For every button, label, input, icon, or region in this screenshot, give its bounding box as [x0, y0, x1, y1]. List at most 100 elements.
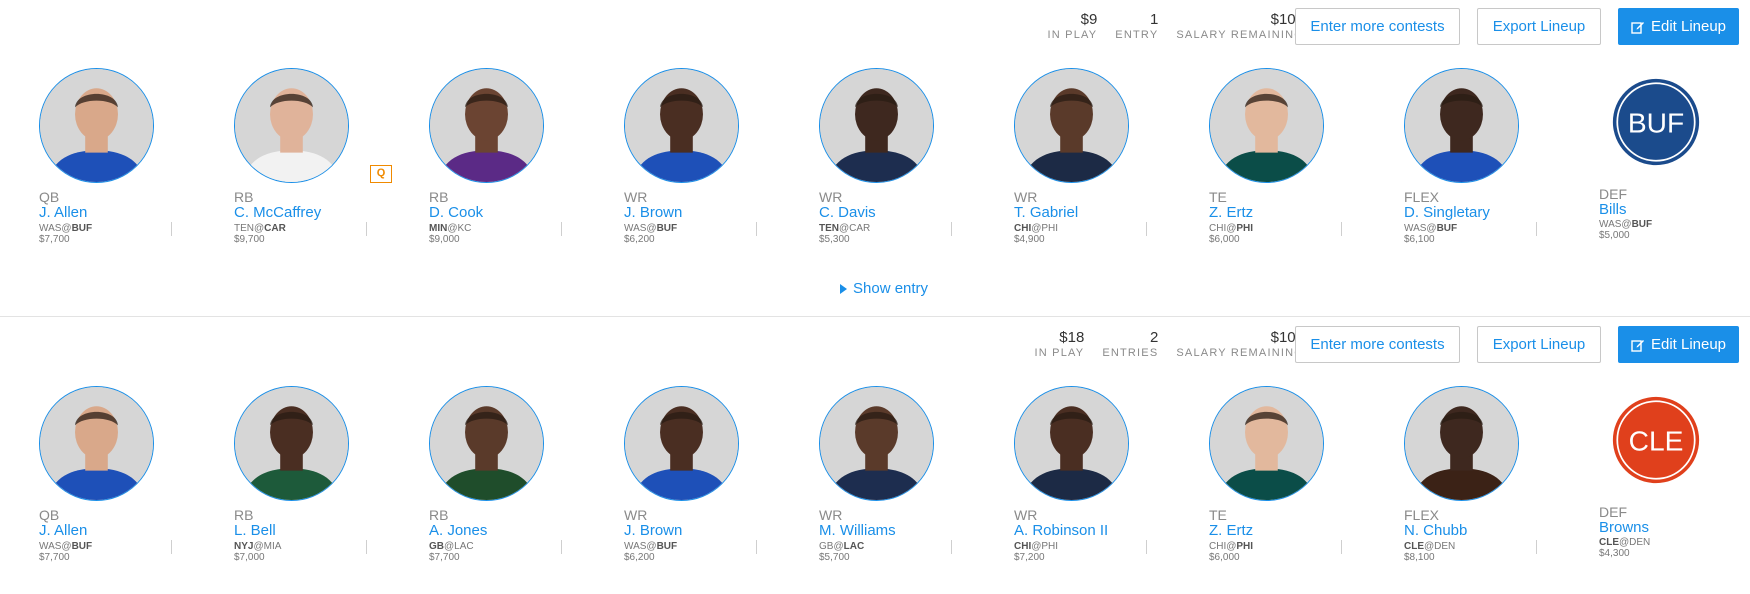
player-avatar[interactable] — [429, 68, 544, 183]
export-lineup-button[interactable]: Export Lineup — [1477, 8, 1601, 45]
player-avatar[interactable] — [819, 68, 934, 183]
player-card[interactable]: WR J. Brown WAS@BUF $6,200 — [585, 386, 780, 566]
edit-lineup-button[interactable]: Edit Lineup — [1618, 326, 1739, 363]
home-team: MIA — [263, 541, 282, 552]
player-name-link[interactable]: J. Brown — [624, 205, 682, 221]
edit-lineup-button[interactable]: Edit Lineup — [1618, 8, 1739, 45]
player-card[interactable]: WR J. Brown WAS@BUF $6,200 — [585, 68, 780, 248]
player-matchup: GB@LAC — [429, 541, 474, 552]
player-name-link[interactable]: Z. Ertz — [1209, 205, 1253, 221]
player-avatar[interactable] — [624, 68, 739, 183]
player-name-link[interactable]: J. Allen — [39, 205, 87, 221]
player-avatar[interactable] — [1014, 68, 1129, 183]
player-matchup: CHI@PHI — [1014, 223, 1058, 234]
player-name-link[interactable]: J. Brown — [624, 523, 682, 539]
home-team: CAR — [849, 223, 871, 234]
player-avatar[interactable] — [624, 386, 739, 501]
player-avatar[interactable] — [39, 386, 154, 501]
player-card[interactable]: QB J. Allen WAS@BUF $7,700 — [0, 386, 195, 566]
enter-more-contests-button[interactable]: Enter more contests — [1295, 8, 1460, 45]
player-matchup: CHI@PHI — [1014, 541, 1058, 552]
player-name-link[interactable]: A. Jones — [429, 523, 487, 539]
defense-card[interactable]: BUF DEF Bills WAS@BUF $5,000 — [1560, 68, 1750, 248]
player-name-link[interactable]: J. Allen — [39, 523, 87, 539]
player-name-link[interactable]: M. Williams — [819, 523, 896, 539]
player-name-link[interactable]: N. Chubb — [1404, 523, 1467, 539]
player-matchup: MIN@KC — [429, 223, 471, 234]
column-divider — [171, 222, 172, 236]
player-card[interactable]: WR M. Williams GB@LAC $5,700 — [780, 386, 975, 566]
player-name-link[interactable]: L. Bell — [234, 523, 276, 539]
player-card[interactable]: TE Z. Ertz CHI@PHI $6,000 — [1170, 386, 1365, 566]
at-symbol: @ — [1619, 537, 1630, 548]
away-team: CHI — [1209, 223, 1227, 234]
player-salary: $7,700 — [39, 234, 70, 245]
player-salary: $6,000 — [1209, 234, 1240, 245]
stat-label: IN PLAY — [1047, 29, 1098, 41]
player-card[interactable]: FLEX N. Chubb CLE@DEN $8,100 — [1365, 386, 1560, 566]
player-name-link[interactable]: D. Cook — [429, 205, 483, 221]
player-headshot — [1405, 69, 1518, 182]
away-team: CHI — [1209, 541, 1227, 552]
away-team: GB — [819, 541, 834, 552]
edit-icon — [1631, 21, 1644, 34]
player-headshot — [235, 387, 348, 500]
player-card[interactable]: WR A. Robinson II CHI@PHI $7,200 — [975, 386, 1170, 566]
at-symbol: @ — [646, 541, 657, 552]
player-card[interactable]: TE Z. Ertz CHI@PHI $6,000 — [1170, 68, 1365, 248]
player-headshot — [1405, 387, 1518, 500]
home-team: DEN — [1629, 537, 1651, 548]
home-team: PHI — [1236, 223, 1254, 234]
player-position: WR — [624, 189, 648, 205]
player-position: RB — [429, 189, 449, 205]
player-avatar[interactable] — [1014, 386, 1129, 501]
home-team: BUF — [1631, 219, 1653, 230]
player-card[interactable]: FLEX D. Singletary WAS@BUF $6,100 — [1365, 68, 1560, 248]
team-logo[interactable]: BUF — [1612, 78, 1700, 166]
player-position: FLEX — [1404, 189, 1440, 205]
player-avatar[interactable] — [234, 68, 349, 183]
player-avatar[interactable] — [1404, 386, 1519, 501]
player-position: DEF — [1599, 186, 1627, 202]
column-divider — [756, 540, 757, 554]
player-avatar[interactable] — [1404, 68, 1519, 183]
column-divider — [1536, 222, 1537, 236]
team-name-link[interactable]: Bills — [1599, 202, 1627, 218]
player-card[interactable]: WR C. Davis TEN@CAR $5,300 — [780, 68, 975, 248]
team-name-link[interactable]: Browns — [1599, 520, 1649, 536]
player-name-link[interactable]: Z. Ertz — [1209, 523, 1253, 539]
stat-value: 1 — [1150, 11, 1159, 28]
player-name-link[interactable]: C. McCaffrey — [234, 205, 321, 221]
player-card[interactable]: RB D. Cook MIN@KC $9,000 — [390, 68, 585, 248]
player-avatar[interactable] — [39, 68, 154, 183]
player-matchup: WAS@BUF — [624, 541, 677, 552]
defense-card[interactable]: CLE DEF Browns CLE@DEN $4,300 — [1560, 386, 1750, 566]
player-row: QB J. Allen WAS@BUF $7,700 RB C. McCaffrey TEN… — [0, 68, 1750, 248]
at-symbol: @ — [833, 541, 844, 552]
player-name-link[interactable]: T. Gabriel — [1014, 205, 1078, 221]
enter-more-contests-button[interactable]: Enter more contests — [1295, 326, 1460, 363]
player-card[interactable]: WR T. Gabriel CHI@PHI $4,900 — [975, 68, 1170, 248]
column-divider — [366, 222, 367, 236]
at-symbol: @ — [1424, 541, 1435, 552]
team-logo[interactable]: CLE — [1612, 396, 1700, 484]
player-card[interactable]: QB J. Allen WAS@BUF $7,700 — [0, 68, 195, 248]
player-salary: $5,300 — [819, 234, 850, 245]
export-lineup-button[interactable]: Export Lineup — [1477, 326, 1601, 363]
lineup-card-1: $9 IN PLAY 1 ENTRY $100 SALARY REMAINING… — [0, 0, 1750, 317]
player-avatar[interactable] — [1209, 386, 1324, 501]
player-name-link[interactable]: C. Davis — [819, 205, 876, 221]
player-avatar[interactable] — [429, 386, 544, 501]
player-card[interactable]: RB A. Jones GB@LAC $7,700 — [390, 386, 585, 566]
player-headshot — [1015, 387, 1128, 500]
player-avatar[interactable] — [1209, 68, 1324, 183]
player-card[interactable]: RB L. Bell NYJ@MIA $7,000 — [195, 386, 390, 566]
player-avatar[interactable] — [234, 386, 349, 501]
away-team: CHI — [1014, 223, 1032, 234]
player-card[interactable]: RB C. McCaffrey TEN@CAR $9,700 — [195, 68, 390, 248]
player-name-link[interactable]: A. Robinson II — [1014, 523, 1108, 539]
stat-value: $100 — [1270, 329, 1304, 346]
player-name-link[interactable]: D. Singletary — [1404, 205, 1490, 221]
show-entry-toggle[interactable]: Show entry — [840, 280, 928, 297]
player-avatar[interactable] — [819, 386, 934, 501]
